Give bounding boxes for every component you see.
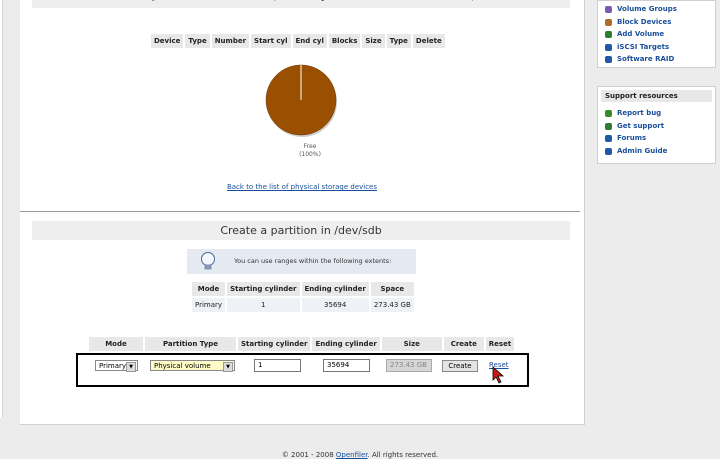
sidebar-item-software-raid[interactable]: Software RAID — [598, 53, 715, 66]
form-col-size: Size — [381, 337, 442, 351]
software-raid-icon — [605, 56, 612, 63]
pie-label-percent: (100%) — [299, 151, 321, 158]
sidebar-item-label: Add Volume — [617, 30, 665, 38]
extents-end: 35694 — [301, 298, 369, 312]
sidebar-item-label: Report bug — [617, 109, 662, 117]
form-col-create: Create — [443, 337, 484, 351]
extents-col-end: Ending cylinder — [301, 282, 369, 296]
sidebar-item-label: Forums — [617, 134, 647, 142]
sidebar-item-add-volume[interactable]: Add Volume — [598, 28, 715, 41]
form-col-start: Starting cylinder — [238, 337, 311, 351]
sidebar-item-get-support[interactable]: Get support — [598, 120, 715, 133]
sidebar-item-admin-guide[interactable]: Admin Guide — [598, 145, 715, 158]
extents-mode: Primary — [192, 298, 226, 312]
admin-guide-icon — [605, 147, 612, 155]
col-blocks: Blocks — [328, 34, 361, 48]
sidebar-nav: Volume Groups Block Devices Add Volume i… — [597, 0, 716, 68]
back-to-devices-link[interactable]: Back to the list of physical storage dev… — [227, 183, 377, 191]
extents-col-mode: Mode — [192, 282, 226, 296]
support-resources-title: Support resources — [601, 90, 712, 102]
main-content: Edit partitions in /dev/sdb (35694 cylin… — [20, 0, 585, 425]
form-col-end: Ending cylinder — [312, 337, 380, 351]
form-col-partition-type: Partition Type — [145, 337, 236, 351]
sidebar-item-label: iSCSI Targets — [617, 42, 670, 51]
form-col-reset: Reset — [485, 337, 515, 351]
mode-select-value: Primary — [99, 362, 127, 370]
partitions-table: Device Type Number Start cyl End cyl Blo… — [149, 32, 447, 50]
sidebar-item-block-devices[interactable]: Block Devices — [598, 16, 715, 29]
mode-select[interactable]: Primary ▼ — [95, 360, 138, 372]
extents-start: 1 — [227, 298, 300, 312]
sidebar-item-label: Admin Guide — [617, 146, 668, 155]
col-type2: Type — [386, 34, 411, 48]
extents-col-space: Space — [370, 282, 414, 296]
iscsi-targets-icon — [605, 43, 612, 51]
get-support-icon — [605, 122, 612, 130]
col-delete: Delete — [412, 34, 445, 48]
col-start-cyl: Start cyl — [251, 34, 291, 48]
add-volume-icon — [605, 31, 612, 38]
size-field: 273.43 GB — [386, 359, 432, 372]
sidebar-item-label: Get support — [617, 121, 665, 130]
mouse-cursor-icon — [492, 366, 505, 384]
sidebar-item-report-bug[interactable]: Report bug — [598, 107, 715, 120]
create-form-header: Mode Partition Type Starting cylinder En… — [87, 335, 516, 353]
extents-col-start: Starting cylinder — [227, 282, 300, 296]
extents-table: Mode Starting cylinder Ending cylinder S… — [190, 280, 416, 314]
forums-icon — [605, 135, 612, 142]
sidebar-item-iscsi-targets[interactable]: iSCSI Targets — [598, 41, 715, 54]
sidebar-item-volume-groups[interactable]: Volume Groups — [598, 3, 715, 16]
col-type: Type — [185, 34, 210, 48]
pie-label-free: Free — [303, 143, 317, 150]
back-to-devices-link-wrap: Back to the list of physical storage dev… — [170, 183, 434, 191]
sidebar-item-label: Block Devices — [617, 17, 672, 26]
starting-cylinder-input[interactable]: 1 — [254, 359, 301, 372]
create-partition-title: Create a partition in /dev/sdb — [32, 221, 570, 240]
sidebar-item-label: Software RAID — [617, 55, 675, 63]
lightbulb-icon — [201, 252, 215, 270]
col-number: Number — [211, 34, 250, 48]
sidebar-item-forums[interactable]: Forums — [598, 132, 715, 145]
sidebar-item-label: Volume Groups — [617, 5, 677, 13]
create-button[interactable]: Create — [442, 360, 478, 372]
partition-type-select[interactable]: Physical volume ▼ — [150, 360, 235, 372]
support-resources-box: Support resources Report bug Get support… — [597, 86, 716, 164]
extents-info-text: You can use ranges within the following … — [234, 257, 392, 265]
col-size: Size — [362, 34, 385, 48]
block-devices-icon — [605, 18, 612, 26]
partition-type-value: Physical volume — [154, 362, 211, 370]
pie-legend: Free (100%) — [280, 143, 340, 159]
chevron-down-icon: ▼ — [126, 362, 136, 372]
ending-cylinder-input[interactable]: 35694 — [323, 359, 370, 372]
chevron-down-icon: ▼ — [223, 362, 233, 372]
col-end-cyl: End cyl — [292, 34, 327, 48]
report-bug-icon — [605, 110, 612, 117]
free-space-pie-chart — [265, 64, 337, 137]
section-divider — [20, 211, 580, 212]
volume-groups-icon — [605, 6, 612, 13]
col-device: Device — [151, 34, 184, 48]
form-col-mode: Mode — [89, 337, 143, 351]
left-edge — [0, 0, 3, 418]
extents-space: 273.43 GB — [370, 298, 414, 312]
edit-partitions-title: Edit partitions in /dev/sdb (35694 cylin… — [32, 0, 570, 8]
